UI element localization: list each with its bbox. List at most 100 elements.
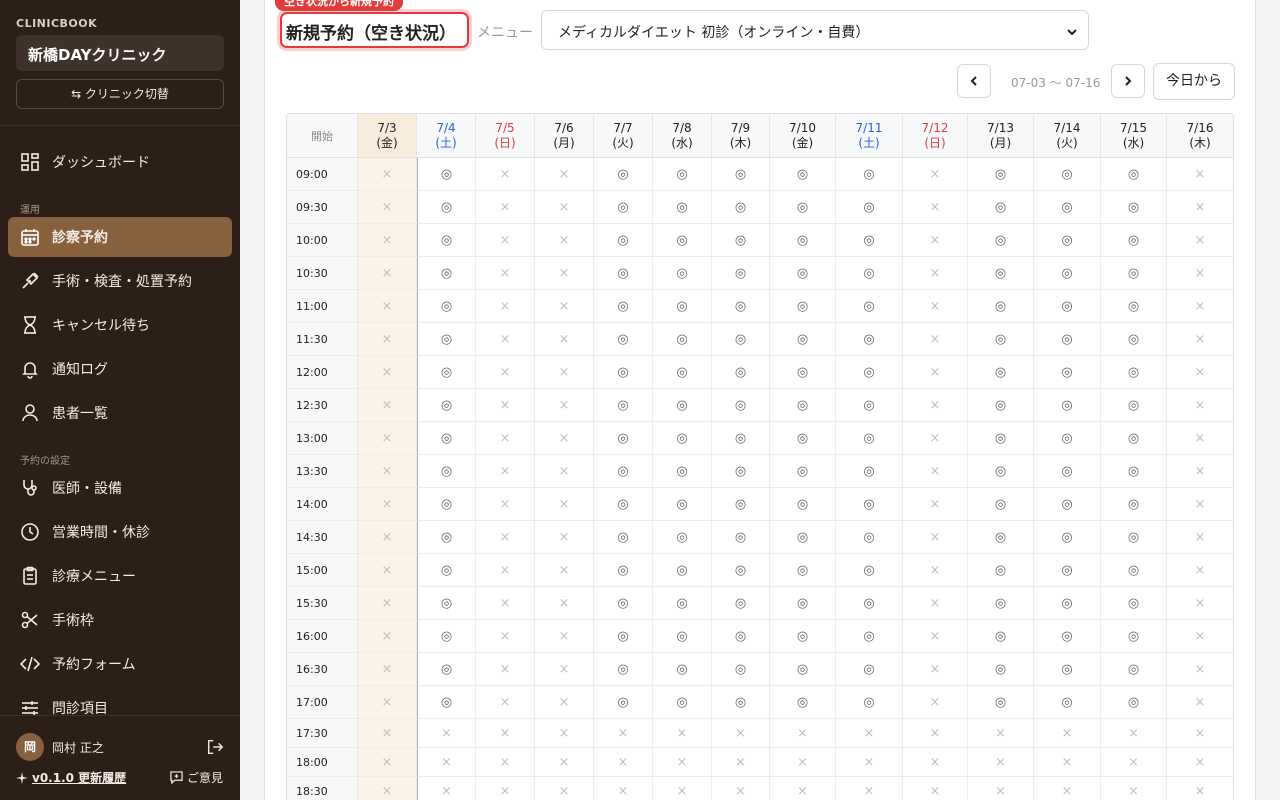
slot-available[interactable]: ◎ (712, 488, 770, 521)
slot-available[interactable]: ◎ (1101, 521, 1167, 554)
slot-available[interactable]: ◎ (653, 323, 712, 356)
slot-available[interactable]: ◎ (653, 257, 712, 290)
slot-available[interactable]: ◎ (594, 323, 653, 356)
slot-available[interactable]: ◎ (968, 389, 1034, 422)
slot-available[interactable]: ◎ (417, 554, 476, 587)
slot-available[interactable]: ◎ (770, 290, 836, 323)
slot-available[interactable]: ◎ (712, 686, 770, 719)
slot-available[interactable]: ◎ (1034, 620, 1101, 653)
slot-available[interactable]: ◎ (968, 455, 1034, 488)
slot-available[interactable]: ◎ (653, 488, 712, 521)
slot-available[interactable]: ◎ (712, 455, 770, 488)
slot-available[interactable]: ◎ (1101, 455, 1167, 488)
slot-available[interactable]: ◎ (968, 257, 1034, 290)
slot-available[interactable]: ◎ (417, 455, 476, 488)
slot-available[interactable]: ◎ (1034, 554, 1101, 587)
slot-available[interactable]: ◎ (1034, 686, 1101, 719)
slot-available[interactable]: ◎ (1034, 488, 1101, 521)
slot-available[interactable]: ◎ (417, 158, 476, 191)
slot-available[interactable]: ◎ (712, 290, 770, 323)
slot-available[interactable]: ◎ (594, 686, 653, 719)
slot-available[interactable]: ◎ (594, 290, 653, 323)
slot-available[interactable]: ◎ (1101, 323, 1167, 356)
slot-available[interactable]: ◎ (417, 290, 476, 323)
slot-available[interactable]: ◎ (770, 257, 836, 290)
slot-available[interactable]: ◎ (1034, 587, 1101, 620)
slot-available[interactable]: ◎ (712, 191, 770, 224)
slot-available[interactable]: ◎ (770, 191, 836, 224)
slot-available[interactable]: ◎ (836, 620, 903, 653)
slot-available[interactable]: ◎ (836, 290, 903, 323)
slot-available[interactable]: ◎ (712, 356, 770, 389)
slot-available[interactable]: ◎ (770, 455, 836, 488)
slot-available[interactable]: ◎ (417, 422, 476, 455)
sidebar-item-patients[interactable]: 患者一覧 (8, 393, 232, 433)
slot-available[interactable]: ◎ (417, 521, 476, 554)
logout-icon[interactable] (206, 738, 224, 756)
slot-available[interactable]: ◎ (417, 587, 476, 620)
slot-available[interactable]: ◎ (1034, 191, 1101, 224)
slot-available[interactable]: ◎ (417, 686, 476, 719)
slot-available[interactable]: ◎ (653, 653, 712, 686)
slot-available[interactable]: ◎ (594, 257, 653, 290)
slot-available[interactable]: ◎ (1034, 389, 1101, 422)
slot-available[interactable]: ◎ (1101, 488, 1167, 521)
slot-available[interactable]: ◎ (712, 620, 770, 653)
slot-available[interactable]: ◎ (712, 554, 770, 587)
slot-available[interactable]: ◎ (594, 587, 653, 620)
slot-available[interactable]: ◎ (968, 158, 1034, 191)
slot-available[interactable]: ◎ (968, 620, 1034, 653)
slot-available[interactable]: ◎ (770, 158, 836, 191)
slot-available[interactable]: ◎ (417, 224, 476, 257)
slot-available[interactable]: ◎ (1101, 686, 1167, 719)
slot-available[interactable]: ◎ (1101, 290, 1167, 323)
slot-available[interactable]: ◎ (968, 191, 1034, 224)
slot-available[interactable]: ◎ (653, 587, 712, 620)
slot-available[interactable]: ◎ (417, 191, 476, 224)
slot-available[interactable]: ◎ (1034, 158, 1101, 191)
slot-available[interactable]: ◎ (653, 620, 712, 653)
slot-available[interactable]: ◎ (770, 488, 836, 521)
slot-available[interactable]: ◎ (653, 158, 712, 191)
slot-available[interactable]: ◎ (653, 554, 712, 587)
slot-available[interactable]: ◎ (1101, 389, 1167, 422)
slot-available[interactable]: ◎ (417, 653, 476, 686)
slot-available[interactable]: ◎ (836, 389, 903, 422)
slot-available[interactable]: ◎ (770, 554, 836, 587)
slot-available[interactable]: ◎ (594, 455, 653, 488)
slot-available[interactable]: ◎ (968, 587, 1034, 620)
slot-available[interactable]: ◎ (594, 191, 653, 224)
slot-available[interactable]: ◎ (770, 323, 836, 356)
sidebar-item-surgery-slots[interactable]: 手術枠 (8, 600, 232, 640)
slot-available[interactable]: ◎ (653, 389, 712, 422)
slot-available[interactable]: ◎ (836, 455, 903, 488)
slot-available[interactable]: ◎ (1034, 224, 1101, 257)
slot-available[interactable]: ◎ (417, 620, 476, 653)
slot-available[interactable]: ◎ (417, 389, 476, 422)
slot-available[interactable]: ◎ (1101, 653, 1167, 686)
slot-available[interactable]: ◎ (1101, 158, 1167, 191)
today-button[interactable]: 今日から (1153, 63, 1235, 100)
slot-available[interactable]: ◎ (836, 554, 903, 587)
sidebar-item-waitlist[interactable]: キャンセル待ち (8, 305, 232, 345)
sidebar-item-doctors[interactable]: 医師・設備 (8, 468, 232, 508)
slot-available[interactable]: ◎ (417, 257, 476, 290)
slot-available[interactable]: ◎ (594, 554, 653, 587)
slot-available[interactable]: ◎ (594, 158, 653, 191)
slot-available[interactable]: ◎ (968, 686, 1034, 719)
slot-available[interactable]: ◎ (417, 356, 476, 389)
slot-available[interactable]: ◎ (836, 653, 903, 686)
slot-available[interactable]: ◎ (968, 224, 1034, 257)
slot-available[interactable]: ◎ (1101, 191, 1167, 224)
slot-available[interactable]: ◎ (594, 356, 653, 389)
slot-available[interactable]: ◎ (836, 686, 903, 719)
sidebar-item-surgery[interactable]: 手術・検査・処置予約 (8, 261, 232, 301)
slot-available[interactable]: ◎ (653, 290, 712, 323)
slot-available[interactable]: ◎ (836, 224, 903, 257)
sidebar-item-notification-log[interactable]: 通知ログ (8, 349, 232, 389)
slot-available[interactable]: ◎ (653, 521, 712, 554)
slot-available[interactable]: ◎ (1101, 554, 1167, 587)
slot-available[interactable]: ◎ (836, 257, 903, 290)
slot-available[interactable]: ◎ (594, 389, 653, 422)
slot-available[interactable]: ◎ (770, 422, 836, 455)
